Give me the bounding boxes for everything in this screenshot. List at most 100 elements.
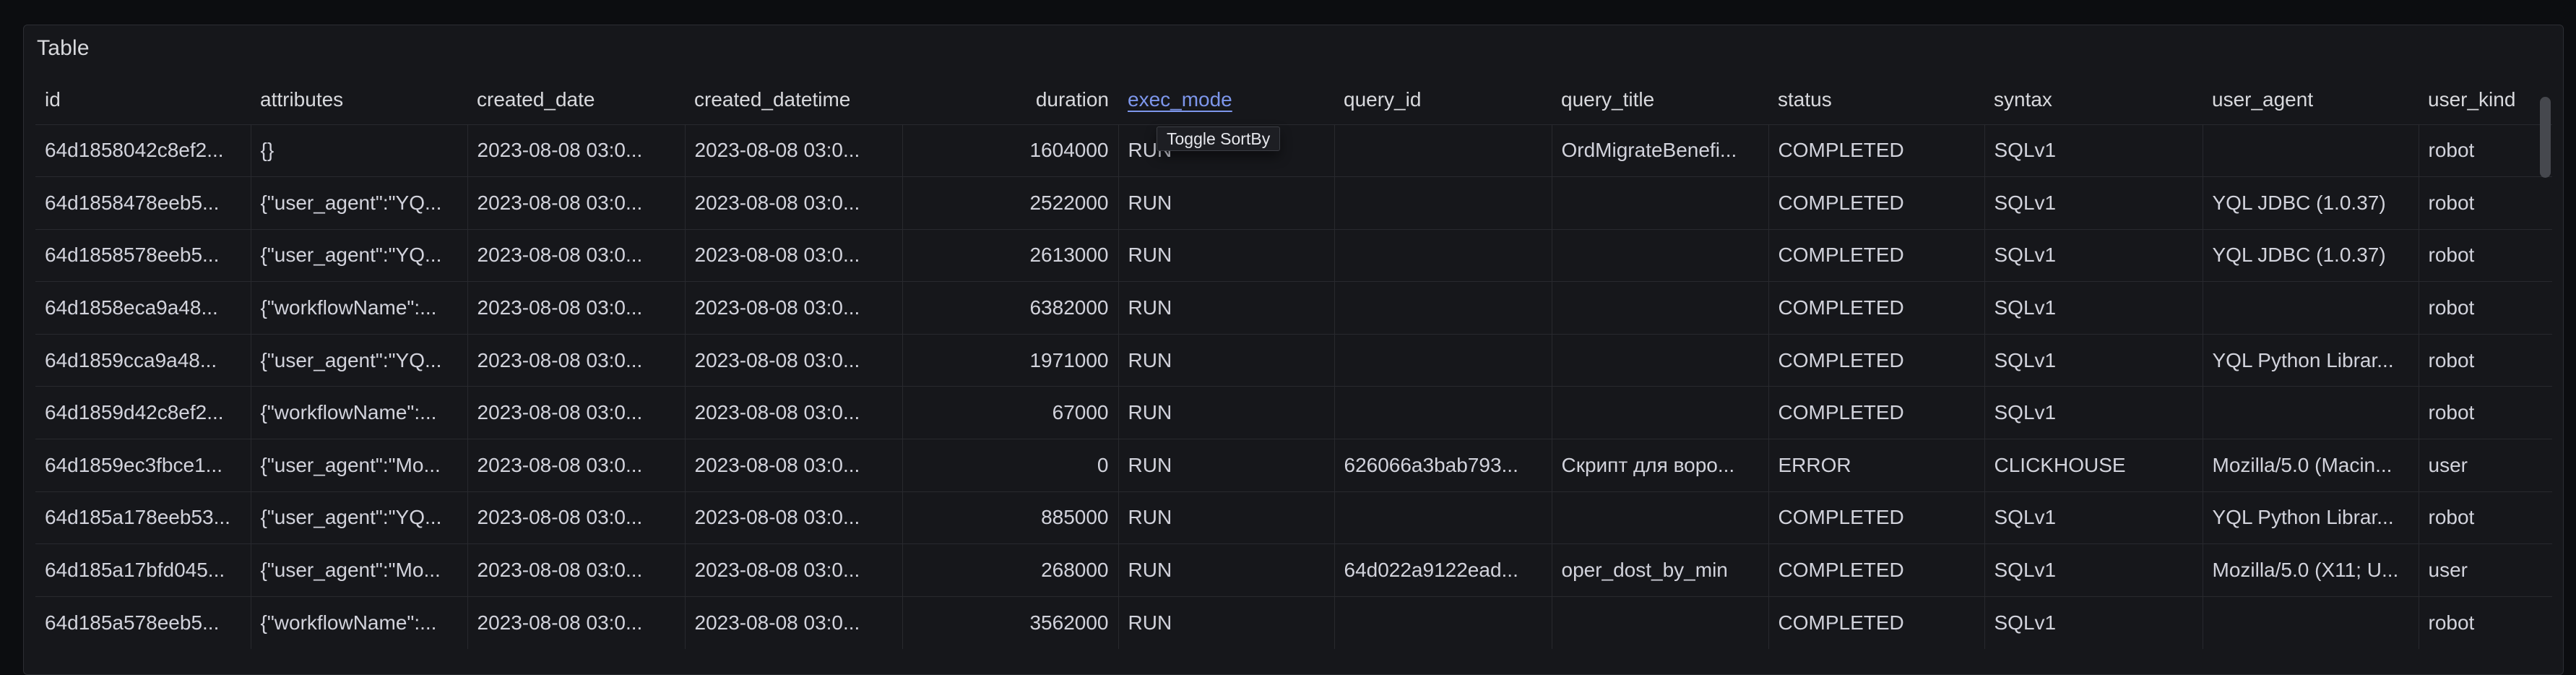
cell-created_datetime: 2023-08-08 03:0... — [685, 282, 902, 335]
cell-created_date: 2023-08-08 03:0... — [467, 439, 685, 492]
cell-created_date: 2023-08-08 03:0... — [467, 124, 685, 177]
cell-attributes: {"workflowName":... — [251, 282, 467, 335]
cell-attributes: {"user_agent":"YQ... — [251, 491, 467, 544]
cell-attributes: {"workflowName":... — [251, 596, 467, 649]
cell-syntax: SQLv1 — [1984, 387, 2203, 439]
table-row: 64d1858578eeb5...{"user_agent":"YQ...202… — [35, 229, 2552, 282]
cell-query_id — [1334, 282, 1552, 335]
cell-user_agent — [2203, 596, 2419, 649]
cell-query_id — [1334, 177, 1552, 230]
cell-query_id — [1334, 387, 1552, 439]
cell-duration: 67000 — [902, 387, 1118, 439]
cell-user_kind: robot — [2419, 282, 2552, 335]
table-row: 64d1858eca9a48...{"workflowName":...2023… — [35, 282, 2552, 335]
cell-user_agent: Mozilla/5.0 (X11; U... — [2203, 544, 2419, 597]
cell-exec_mode: RUN — [1118, 439, 1334, 492]
cell-duration: 2522000 — [902, 177, 1118, 230]
table-row: 64d1859cca9a48...{"user_agent":"YQ...202… — [35, 334, 2552, 387]
cell-status: COMPLETED — [1768, 491, 1984, 544]
cell-duration: 3562000 — [902, 596, 1118, 649]
cell-query_title — [1552, 596, 1768, 649]
cell-duration: 1604000 — [902, 124, 1118, 177]
cell-syntax: SQLv1 — [1984, 282, 2203, 335]
cell-user_kind: robot — [2419, 177, 2552, 230]
table-body: 64d1858042c8ef2...{}2023-08-08 03:0...20… — [35, 124, 2552, 649]
cell-user_kind: robot — [2419, 596, 2552, 649]
column-header-query_id[interactable]: query_id — [1334, 76, 1552, 124]
table-row: 64d1858478eeb5...{"user_agent":"YQ...202… — [35, 177, 2552, 230]
cell-query_id: 64d022a9122ead... — [1334, 544, 1552, 597]
cell-query_title — [1552, 282, 1768, 335]
cell-syntax: SQLv1 — [1984, 596, 2203, 649]
cell-created_datetime: 2023-08-08 03:0... — [685, 229, 902, 282]
cell-status: COMPLETED — [1768, 596, 1984, 649]
cell-created_datetime: 2023-08-08 03:0... — [685, 544, 902, 597]
cell-created_date: 2023-08-08 03:0... — [467, 177, 685, 230]
column-header-duration[interactable]: duration — [902, 76, 1118, 124]
cell-syntax: SQLv1 — [1984, 229, 2203, 282]
cell-user_kind: robot — [2419, 491, 2552, 544]
cell-syntax: SQLv1 — [1984, 491, 2203, 544]
cell-user_agent: YQL Python Librar... — [2203, 491, 2419, 544]
cell-syntax: SQLv1 — [1984, 334, 2203, 387]
cell-exec_mode: RUN — [1118, 334, 1334, 387]
column-header-query_title[interactable]: query_title — [1552, 76, 1768, 124]
cell-user_kind: user — [2419, 439, 2552, 492]
cell-created_date: 2023-08-08 03:0... — [467, 334, 685, 387]
cell-user_agent — [2203, 124, 2419, 177]
cell-duration: 6382000 — [902, 282, 1118, 335]
column-header-syntax[interactable]: syntax — [1984, 76, 2203, 124]
column-header-user_agent[interactable]: user_agent — [2203, 76, 2419, 124]
cell-query_id: 626066a3bab793... — [1334, 439, 1552, 492]
cell-id: 64d185a578eeb5... — [35, 596, 251, 649]
table-header-row: idattributescreated_datecreated_datetime… — [35, 76, 2552, 124]
cell-attributes: {"user_agent":"YQ... — [251, 229, 467, 282]
cell-user_agent: YQL Python Librar... — [2203, 334, 2419, 387]
cell-status: COMPLETED — [1768, 282, 1984, 335]
data-table: idattributescreated_datecreated_datetime… — [35, 76, 2552, 649]
cell-query_title — [1552, 387, 1768, 439]
cell-created_date: 2023-08-08 03:0... — [467, 229, 685, 282]
cell-created_datetime: 2023-08-08 03:0... — [685, 439, 902, 492]
column-header-user_kind[interactable]: user_kind — [2419, 76, 2552, 124]
cell-created_date: 2023-08-08 03:0... — [467, 544, 685, 597]
cell-duration: 885000 — [902, 491, 1118, 544]
column-header-created_datetime[interactable]: created_datetime — [685, 76, 902, 124]
table-row: 64d185a178eeb53...{"user_agent":"YQ...20… — [35, 491, 2552, 544]
cell-query_title — [1552, 177, 1768, 230]
cell-attributes: {"user_agent":"YQ... — [251, 334, 467, 387]
cell-query_id — [1334, 491, 1552, 544]
cell-id: 64d1859cca9a48... — [35, 334, 251, 387]
cell-duration: 2613000 — [902, 229, 1118, 282]
cell-status: COMPLETED — [1768, 387, 1984, 439]
cell-exec_mode: RUN — [1118, 229, 1334, 282]
cell-exec_mode: RUN — [1118, 491, 1334, 544]
column-header-attributes[interactable]: attributes — [251, 76, 467, 124]
sort-tooltip: Toggle SortBy — [1157, 126, 1280, 151]
cell-status: COMPLETED — [1768, 334, 1984, 387]
cell-id: 64d1859ec3fbce1... — [35, 439, 251, 492]
cell-syntax: CLICKHOUSE — [1984, 439, 2203, 492]
cell-created_datetime: 2023-08-08 03:0... — [685, 491, 902, 544]
table-row: 64d185a578eeb5...{"workflowName":...2023… — [35, 596, 2552, 649]
table-row: 64d1858042c8ef2...{}2023-08-08 03:0...20… — [35, 124, 2552, 177]
cell-exec_mode: RUN — [1118, 282, 1334, 335]
column-header-exec_mode[interactable]: exec_mode — [1118, 76, 1334, 124]
cell-duration: 0 — [902, 439, 1118, 492]
column-header-created_date[interactable]: created_date — [467, 76, 685, 124]
cell-syntax: SQLv1 — [1984, 177, 2203, 230]
column-header-id[interactable]: id — [35, 76, 251, 124]
cell-attributes: {} — [251, 124, 467, 177]
cell-status: COMPLETED — [1768, 177, 1984, 230]
cell-created_datetime: 2023-08-08 03:0... — [685, 334, 902, 387]
table-panel: Table idattributescreated_datecreated_da… — [23, 25, 2564, 675]
table-row: 64d1859ec3fbce1...{"user_agent":"Mo...20… — [35, 439, 2552, 492]
cell-created_datetime: 2023-08-08 03:0... — [685, 387, 902, 439]
vertical-scrollbar-thumb[interactable] — [2540, 97, 2551, 178]
cell-attributes: {"user_agent":"YQ... — [251, 177, 467, 230]
cell-status: COMPLETED — [1768, 544, 1984, 597]
cell-query_id — [1334, 229, 1552, 282]
cell-created_datetime: 2023-08-08 03:0... — [685, 177, 902, 230]
table-row: 64d1859d42c8ef2...{"workflowName":...202… — [35, 387, 2552, 439]
column-header-status[interactable]: status — [1768, 76, 1984, 124]
